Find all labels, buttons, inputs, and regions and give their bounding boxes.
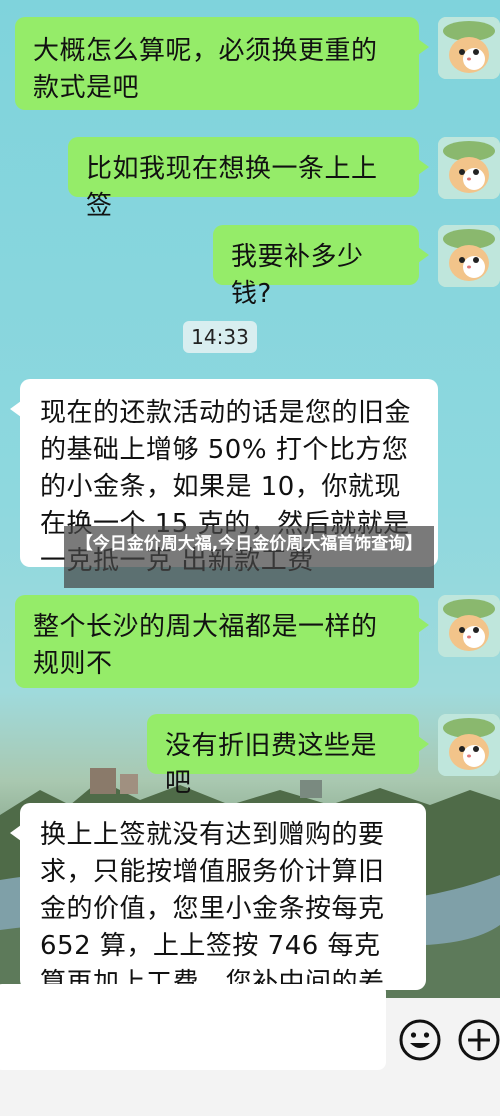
cat-avatar-icon[interactable]: [438, 595, 500, 657]
title-overlay-banner: 【今日金价周大福,今日金价周大福首饰查询】: [64, 526, 434, 588]
cat-avatar-icon[interactable]: [438, 137, 500, 199]
message-bubble[interactable]: 整个长沙的周大福都是一样的规则不: [15, 595, 429, 688]
chat-message-sent: 比如我现在想换一条上上签: [68, 137, 429, 221]
cat-avatar-icon[interactable]: [438, 225, 500, 287]
chat-timestamp: 14:33: [183, 321, 257, 353]
plus-icon[interactable]: [458, 1019, 500, 1061]
chat-message-sent: 我要补多少钱?: [213, 225, 429, 309]
cat-avatar-icon[interactable]: [438, 17, 500, 79]
message-bubble[interactable]: 换上上签就没有达到赠购的要求，只能按增值服务价计算旧金的价值，您里小金条按每克 …: [10, 803, 426, 1035]
chat-message-sent: 没有折旧费这些是吧: [147, 714, 429, 798]
message-bubble[interactable]: 大概怎么算呢，必须换更重的款式是吧: [15, 17, 429, 110]
chat-message-sent: 整个长沙的周大福都是一样的规则不: [15, 595, 429, 688]
chat-message-sent: 大概怎么算呢，必须换更重的款式是吧: [15, 17, 429, 110]
message-bubble[interactable]: 我要补多少钱?: [213, 225, 429, 309]
emoji-icon[interactable]: [399, 1019, 441, 1061]
cat-avatar-icon[interactable]: [438, 714, 500, 776]
message-bubble[interactable]: 没有折旧费这些是吧: [147, 714, 429, 798]
message-input[interactable]: [0, 984, 386, 1070]
message-bubble[interactable]: 比如我现在想换一条上上签: [68, 137, 429, 221]
chat-message-received: 换上上签就没有达到赠购的要求，只能按增值服务价计算旧金的价值，您里小金条按每克 …: [10, 803, 426, 1035]
